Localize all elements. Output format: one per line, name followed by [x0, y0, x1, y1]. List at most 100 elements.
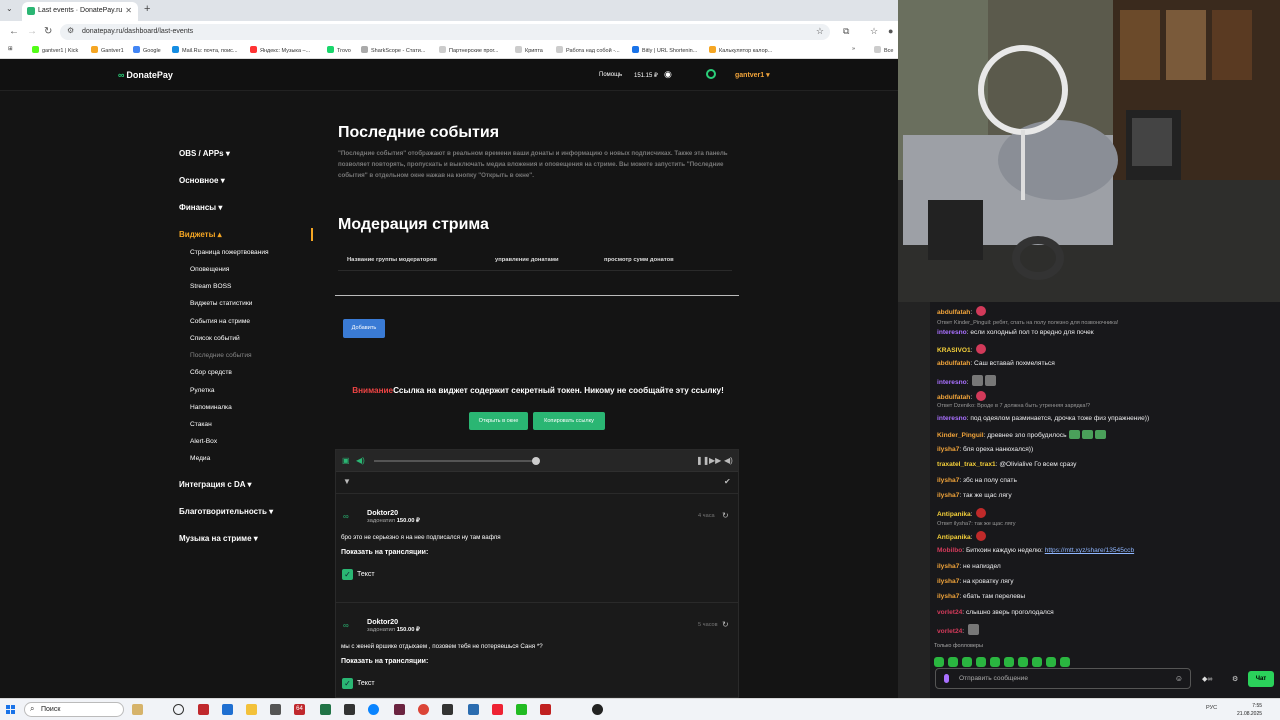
chat-username[interactable]: ilysha7 [937, 578, 959, 585]
bookmark-item[interactable]: Яндекс: Музыка –... [250, 46, 310, 54]
yandex-icon[interactable] [492, 704, 503, 715]
new-tab-icon[interactable]: + [144, 3, 150, 15]
bookmark-item[interactable]: SharkScope - Стати... [361, 46, 425, 54]
bookmarks-icon[interactable]: ☆ [870, 26, 878, 37]
emote-icon[interactable] [1046, 657, 1056, 667]
sidebar-section-charity[interactable]: Благотворительность ▾ [179, 507, 273, 516]
sidebar-item-roulette[interactable]: Рулетка [190, 387, 215, 394]
edge-icon[interactable] [368, 704, 379, 715]
bookmark-item[interactable]: Google [133, 46, 161, 54]
app-icon[interactable] [270, 704, 281, 715]
chat-username[interactable]: Kinder_Pinguil [937, 432, 984, 439]
sidebar-item-stream-boss[interactable]: Stream BOSS [190, 283, 231, 290]
chat-settings-icon[interactable]: ⚙ [1232, 675, 1238, 683]
open-window-button[interactable]: Открыть в окне [469, 412, 528, 430]
sidebar-item-fundraising[interactable]: Сбор средств [190, 369, 232, 376]
app-icon[interactable] [320, 704, 331, 715]
chat-username[interactable]: Mobilbo [937, 547, 962, 554]
app-icon[interactable] [468, 704, 479, 715]
address-bar[interactable]: ⚙ donatepay.ru/dashboard/last-events ☆ [60, 24, 830, 40]
emote-icon[interactable] [948, 657, 958, 667]
bookmark-item[interactable]: Mail.Ru: почта, поис... [172, 46, 238, 54]
sidebar-item-media[interactable]: Медиа [190, 455, 210, 462]
chat-username[interactable]: interesno [937, 329, 967, 336]
bookmark-item[interactable]: Крипта [515, 46, 543, 54]
app-icon[interactable] [516, 704, 527, 715]
more-bookmarks-icon[interactable]: » [852, 46, 855, 52]
bookmark-item[interactable]: Работа над собой -... [556, 46, 620, 54]
chat-username[interactable]: Antipanika [937, 534, 971, 541]
app-icon[interactable] [198, 704, 209, 715]
sidebar-section-music[interactable]: Музыка на стриме ▾ [179, 534, 258, 543]
chat-username[interactable]: abdulfatah [937, 360, 970, 367]
emote-icon[interactable] [1060, 657, 1070, 667]
sidebar-item-donation-page[interactable]: Страница пожертвования [190, 249, 269, 256]
emote-icon[interactable] [990, 657, 1000, 667]
sidebar-section-finance[interactable]: Финансы ▾ [179, 203, 222, 212]
app-icon[interactable] [344, 704, 355, 715]
sidebar-item-last-events[interactable]: Последние события [190, 352, 252, 359]
bookmark-item[interactable]: Партнерские прог... [439, 46, 498, 54]
settings-icon[interactable] [706, 69, 716, 79]
chat-username[interactable]: traxatel_trax_trax1 [937, 461, 996, 468]
apps-grid-icon[interactable]: ⊞ [8, 46, 13, 52]
sidebar-section-da-integration[interactable]: Интеграция с DA ▾ [179, 480, 252, 489]
outlook-icon[interactable] [222, 704, 233, 715]
system-clock[interactable]: 7:55 21.08.2025 [1237, 702, 1262, 718]
reload-icon[interactable]: ↻ [44, 26, 52, 37]
volume-slider-handle[interactable] [532, 457, 540, 465]
chat-username[interactable]: ilysha7 [937, 446, 959, 453]
filter-icon[interactable]: ▼ [343, 477, 351, 486]
task-view-icon[interactable] [173, 704, 184, 715]
emote-icon[interactable] [1032, 657, 1042, 667]
repeat-icon[interactable]: ↻ [722, 511, 729, 520]
emote-icon[interactable] [934, 657, 944, 667]
emoji-icon[interactable]: ☺ [1175, 674, 1183, 683]
repeat-icon[interactable]: ↻ [722, 620, 729, 629]
sidebar-section-obs[interactable]: OBS / APPs ▾ [179, 149, 230, 158]
bookmark-star-icon[interactable]: ☆ [816, 26, 824, 37]
emote-icon[interactable] [962, 657, 972, 667]
chat-username[interactable]: abdulfatah [937, 309, 970, 316]
bookmark-item[interactable]: gantver1 | Kick [32, 46, 78, 54]
user-menu[interactable]: gantver1 ▾ [735, 71, 770, 79]
bookmark-item[interactable]: Все [874, 46, 893, 54]
taskbar-search[interactable]: ⌕ Поиск [24, 702, 124, 717]
emote-icon[interactable] [1018, 657, 1028, 667]
chat-link[interactable]: https://mtt.xyz/share/13545ccb [1045, 547, 1134, 554]
chat-send-button[interactable]: Чат [1248, 671, 1274, 687]
language-indicator[interactable]: РУС [1206, 705, 1217, 711]
chat-username[interactable]: vorlet24 [937, 609, 962, 616]
site-info-icon[interactable]: ⚙ [67, 26, 74, 35]
add-button[interactable]: Добавить [343, 319, 385, 338]
chat-username[interactable]: interesno [937, 379, 967, 386]
sidebar-item-alerts[interactable]: Оповещения [190, 266, 229, 273]
windows-start-icon[interactable] [6, 705, 16, 715]
chat-username[interactable]: ilysha7 [937, 593, 959, 600]
tab-search-icon[interactable]: ⌄ [6, 4, 13, 13]
extensions-icon[interactable]: ⧉ [843, 26, 849, 37]
chat-username[interactable]: vorlet24 [937, 628, 962, 635]
badge-app-icon[interactable]: 64 [294, 704, 305, 715]
copy-link-button[interactable]: Копировать ссылку [533, 412, 605, 430]
pause-icon[interactable]: ❚❚ [696, 456, 709, 465]
sidebar-item-stream-events[interactable]: События на стриме [190, 318, 250, 325]
eye-icon[interactable]: ◉ [664, 69, 672, 80]
chat-username[interactable]: Antipanika [937, 511, 971, 518]
volume-icon[interactable]: ◀) [356, 456, 365, 465]
chat-username[interactable]: ilysha7 [937, 563, 959, 570]
chat-username[interactable]: interesno [937, 415, 967, 422]
sidebar-item-reminder[interactable]: Напоминалка [190, 404, 232, 411]
app-icon[interactable] [442, 704, 453, 715]
emote-icon[interactable] [976, 657, 986, 667]
bookmark-item[interactable]: Bitly | URL Shortenin... [632, 46, 697, 54]
app-icon[interactable] [394, 704, 405, 715]
site-logo[interactable]: ∞ DonatePay [118, 70, 173, 80]
volume-slider[interactable] [374, 460, 536, 462]
skip-icon[interactable]: ▶▶ [709, 456, 721, 465]
bookmark-item[interactable]: Gantver1 [91, 46, 124, 54]
back-icon[interactable]: ← [9, 26, 19, 37]
chat-username[interactable]: ilysha7 [937, 477, 959, 484]
help-link[interactable]: Помощь [599, 72, 622, 78]
chat-input[interactable]: Отправить сообщение ☺ [935, 668, 1191, 689]
